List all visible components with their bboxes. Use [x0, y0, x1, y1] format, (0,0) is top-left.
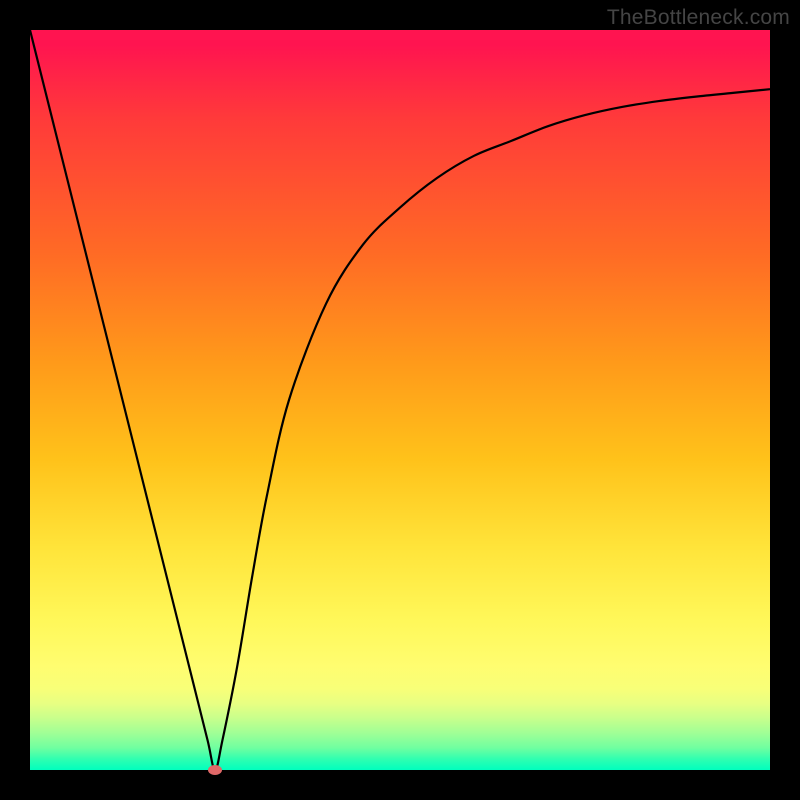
chart-frame: TheBottleneck.com	[0, 0, 800, 800]
plot-area	[30, 30, 770, 770]
optimum-marker	[208, 765, 222, 775]
bottleneck-curve	[30, 30, 770, 770]
watermark-text: TheBottleneck.com	[607, 6, 790, 30]
